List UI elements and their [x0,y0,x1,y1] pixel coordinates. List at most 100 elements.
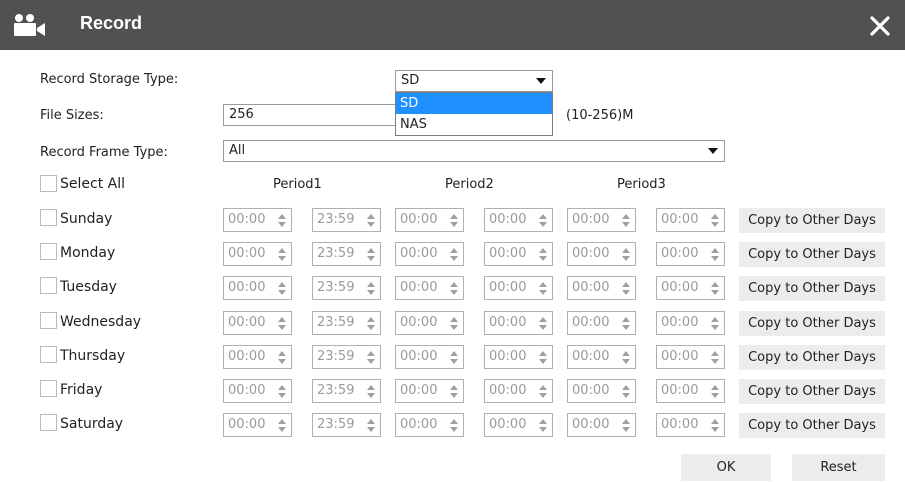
spinner-arrows-icon[interactable] [450,214,458,227]
copy-to-other-days-button[interactable]: Copy to Other Days [739,379,885,404]
copy-to-other-days-button[interactable]: Copy to Other Days [739,208,885,233]
spinner-arrows-icon[interactable] [711,282,719,295]
dropdown-option-nas[interactable]: NAS [396,114,552,135]
time-spinner-thursday-4[interactable]: 00:00 [484,345,553,369]
time-spinner-sunday-6[interactable]: 00:00 [656,208,725,232]
spinner-arrows-icon[interactable] [278,282,286,295]
time-spinner-friday-5[interactable]: 00:00 [567,379,636,403]
time-spinner-wednesday-2[interactable]: 23:59 [312,311,381,335]
spinner-arrows-icon[interactable] [367,419,375,432]
spinner-arrows-icon[interactable] [450,248,458,261]
time-spinner-tuesday-4[interactable]: 00:00 [484,276,553,300]
time-spinner-friday-3[interactable]: 00:00 [395,379,464,403]
day-checkbox-saturday[interactable] [40,414,57,431]
spinner-arrows-icon[interactable] [450,351,458,364]
time-spinner-sunday-5[interactable]: 00:00 [567,208,636,232]
storage-type-select[interactable]: SD [395,70,553,92]
time-spinner-tuesday-1[interactable]: 00:00 [223,276,292,300]
time-spinner-saturday-4[interactable]: 00:00 [484,413,553,437]
copy-to-other-days-button[interactable]: Copy to Other Days [739,242,885,267]
file-sizes-input[interactable]: 256 [223,104,398,126]
time-spinner-friday-4[interactable]: 00:00 [484,379,553,403]
spinner-arrows-icon[interactable] [450,282,458,295]
spinner-arrows-icon[interactable] [367,385,375,398]
time-spinner-friday-1[interactable]: 00:00 [223,379,292,403]
copy-to-other-days-button[interactable]: Copy to Other Days [739,311,885,336]
day-checkbox-thursday[interactable] [40,346,57,363]
spinner-arrows-icon[interactable] [450,385,458,398]
day-checkbox-monday[interactable] [40,243,57,260]
spinner-arrows-icon[interactable] [539,385,547,398]
spinner-arrows-icon[interactable] [539,351,547,364]
time-spinner-saturday-2[interactable]: 23:59 [312,413,381,437]
spinner-arrows-icon[interactable] [539,248,547,261]
spinner-arrows-icon[interactable] [711,385,719,398]
copy-to-other-days-button[interactable]: Copy to Other Days [739,413,885,438]
time-spinner-thursday-1[interactable]: 00:00 [223,345,292,369]
spinner-arrows-icon[interactable] [539,317,547,330]
spinner-arrows-icon[interactable] [450,419,458,432]
time-spinner-thursday-5[interactable]: 00:00 [567,345,636,369]
spinner-arrows-icon[interactable] [367,214,375,227]
spinner-arrows-icon[interactable] [539,214,547,227]
time-spinner-thursday-6[interactable]: 00:00 [656,345,725,369]
time-spinner-wednesday-3[interactable]: 00:00 [395,311,464,335]
spinner-arrows-icon[interactable] [622,419,630,432]
time-spinner-thursday-2[interactable]: 23:59 [312,345,381,369]
spinner-arrows-icon[interactable] [450,317,458,330]
time-spinner-tuesday-6[interactable]: 00:00 [656,276,725,300]
spinner-arrows-icon[interactable] [711,419,719,432]
time-spinner-monday-5[interactable]: 00:00 [567,242,636,266]
frame-type-select[interactable]: All [223,140,725,162]
time-spinner-monday-1[interactable]: 00:00 [223,242,292,266]
time-spinner-wednesday-5[interactable]: 00:00 [567,311,636,335]
ok-button[interactable]: OK [681,454,771,481]
spinner-arrows-icon[interactable] [278,214,286,227]
spinner-arrows-icon[interactable] [622,282,630,295]
day-checkbox-sunday[interactable] [40,209,57,226]
time-spinner-wednesday-4[interactable]: 00:00 [484,311,553,335]
spinner-arrows-icon[interactable] [539,282,547,295]
spinner-arrows-icon[interactable] [539,419,547,432]
day-checkbox-wednesday[interactable] [40,312,57,329]
time-spinner-monday-4[interactable]: 00:00 [484,242,553,266]
time-spinner-sunday-1[interactable]: 00:00 [223,208,292,232]
spinner-arrows-icon[interactable] [711,351,719,364]
time-spinner-tuesday-3[interactable]: 00:00 [395,276,464,300]
dropdown-option-sd[interactable]: SD [396,93,552,114]
time-spinner-wednesday-6[interactable]: 00:00 [656,311,725,335]
spinner-arrows-icon[interactable] [367,248,375,261]
spinner-arrows-icon[interactable] [622,351,630,364]
spinner-arrows-icon[interactable] [711,317,719,330]
spinner-arrows-icon[interactable] [622,385,630,398]
copy-to-other-days-button[interactable]: Copy to Other Days [739,276,885,301]
time-spinner-wednesday-1[interactable]: 00:00 [223,311,292,335]
time-spinner-monday-2[interactable]: 23:59 [312,242,381,266]
time-spinner-friday-2[interactable]: 23:59 [312,379,381,403]
day-checkbox-friday[interactable] [40,380,57,397]
time-spinner-saturday-6[interactable]: 00:00 [656,413,725,437]
copy-to-other-days-button[interactable]: Copy to Other Days [739,345,885,370]
time-spinner-sunday-3[interactable]: 00:00 [395,208,464,232]
spinner-arrows-icon[interactable] [367,317,375,330]
spinner-arrows-icon[interactable] [367,351,375,364]
spinner-arrows-icon[interactable] [278,248,286,261]
time-spinner-saturday-3[interactable]: 00:00 [395,413,464,437]
time-spinner-saturday-1[interactable]: 00:00 [223,413,292,437]
spinner-arrows-icon[interactable] [278,351,286,364]
spinner-arrows-icon[interactable] [278,419,286,432]
spinner-arrows-icon[interactable] [278,317,286,330]
time-spinner-saturday-5[interactable]: 00:00 [567,413,636,437]
spinner-arrows-icon[interactable] [622,248,630,261]
time-spinner-sunday-4[interactable]: 00:00 [484,208,553,232]
spinner-arrows-icon[interactable] [711,214,719,227]
time-spinner-friday-6[interactable]: 00:00 [656,379,725,403]
spinner-arrows-icon[interactable] [622,214,630,227]
spinner-arrows-icon[interactable] [622,317,630,330]
close-icon[interactable] [866,10,894,40]
spinner-arrows-icon[interactable] [278,385,286,398]
day-checkbox-tuesday[interactable] [40,277,57,294]
time-spinner-monday-6[interactable]: 00:00 [656,242,725,266]
reset-button[interactable]: Reset [792,454,885,481]
time-spinner-sunday-2[interactable]: 23:59 [312,208,381,232]
